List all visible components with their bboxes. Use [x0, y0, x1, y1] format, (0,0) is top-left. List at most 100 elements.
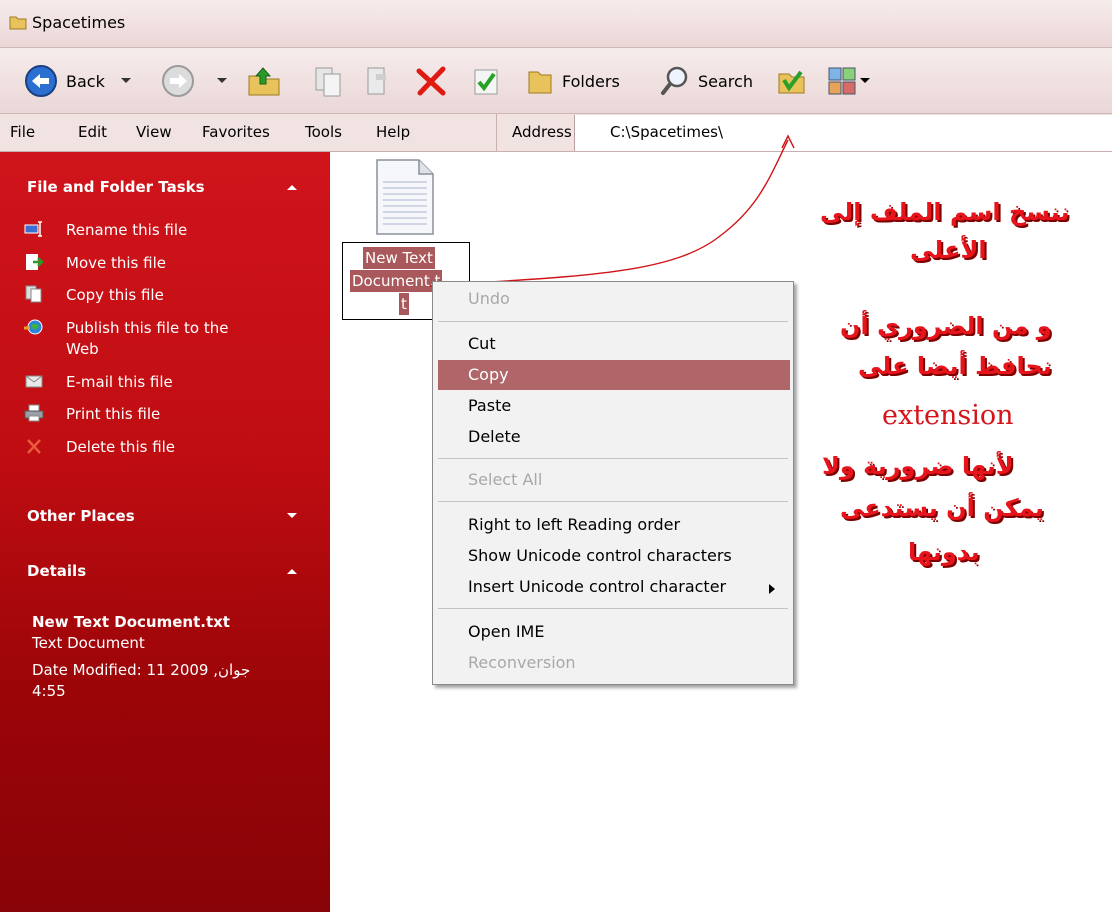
- menu-item-label: Right to left Reading order: [468, 515, 681, 534]
- move-to-button[interactable]: [362, 48, 394, 114]
- task-publish-web[interactable]: Publish this file to the Web: [24, 318, 228, 360]
- up-folder-icon: [248, 67, 280, 96]
- task-copy[interactable]: Copy this file: [24, 285, 164, 306]
- views-button[interactable]: [827, 48, 871, 114]
- delete-x-icon: [416, 66, 446, 96]
- dropdown-arrow-icon[interactable]: [119, 76, 133, 86]
- menu-item-open-ime[interactable]: Open IME: [433, 617, 793, 647]
- menu-item-label: Delete: [468, 427, 521, 446]
- menu-item-rtl-reading-order[interactable]: Right to left Reading order: [433, 510, 793, 540]
- menu-separator: [438, 458, 788, 459]
- back-arrow-icon: [25, 65, 57, 97]
- menu-item-show-unicode[interactable]: Show Unicode control characters: [433, 541, 793, 571]
- expand-chevron-icon[interactable]: [286, 512, 298, 520]
- annotation-line: يمكن أن يستدعى: [840, 494, 1044, 522]
- dropdown-arrow-icon[interactable]: [215, 76, 229, 86]
- annotation-line: ننسخ اسم الملف إلى: [820, 198, 1070, 226]
- forward-button[interactable]: [161, 48, 229, 114]
- menu-help[interactable]: Help: [376, 123, 410, 141]
- menu-item-label: Paste: [468, 396, 512, 415]
- submenu-arrow-icon: [769, 584, 775, 594]
- annotation-line: لأنها ضرورية ولا: [822, 452, 1014, 480]
- details-filetype: Text Document: [32, 634, 145, 652]
- menu-item-label: Reconversion: [468, 653, 576, 672]
- task-label: Delete this file: [66, 438, 176, 456]
- task-label: Rename this file: [66, 221, 188, 239]
- task-pane: File and Folder Tasks Rename this file M…: [0, 152, 330, 912]
- email-icon: [25, 375, 43, 388]
- copy-to-button[interactable]: [312, 48, 344, 114]
- details-time: 4:55: [32, 682, 66, 700]
- menu-separator: [438, 501, 788, 502]
- other-places-header[interactable]: Other Places: [27, 507, 135, 525]
- folders-label: Folders: [562, 71, 620, 91]
- back-button[interactable]: Back: [24, 48, 133, 114]
- sync-button[interactable]: [776, 48, 808, 114]
- menu-item-label: Undo: [468, 289, 510, 308]
- menu-item-insert-unicode[interactable]: Insert Unicode control character: [433, 572, 793, 602]
- task-delete[interactable]: Delete this file: [24, 437, 175, 458]
- folders-icon: [528, 71, 552, 94]
- dropdown-arrow-icon[interactable]: [859, 76, 871, 86]
- search-button[interactable]: Search: [660, 48, 753, 114]
- task-label: Move this file: [66, 254, 166, 272]
- folders-button[interactable]: Folders: [526, 48, 620, 114]
- window-title: Spacetimes: [32, 13, 126, 32]
- move-to-icon: [367, 67, 386, 95]
- menu-edit[interactable]: Edit: [78, 123, 107, 141]
- publish-web-icon: [24, 319, 43, 335]
- sync-folder-icon: [778, 70, 805, 94]
- search-icon: [661, 66, 688, 95]
- task-label-line2: Web: [66, 340, 99, 358]
- details-date-modified: Date Modified: 11 2009 ,جوان: [32, 661, 251, 679]
- views-grid-icon: [828, 67, 856, 95]
- details-filename: New Text Document.txt: [32, 613, 230, 631]
- collapse-chevron-icon[interactable]: [286, 183, 298, 191]
- checkmark-icon: [474, 69, 498, 95]
- collapse-chevron-icon[interactable]: [286, 567, 298, 575]
- back-label: Back: [66, 71, 105, 91]
- menu-item-copy[interactable]: Copy: [438, 360, 790, 390]
- menu-item-label: Cut: [468, 334, 496, 353]
- menu-view[interactable]: View: [136, 123, 172, 141]
- menu-item-label: Open IME: [468, 622, 545, 641]
- task-label: Copy this file: [66, 286, 164, 304]
- menu-item-delete[interactable]: Delete: [433, 422, 793, 452]
- menu-item-undo[interactable]: Undo: [433, 284, 793, 314]
- folder-icon: [9, 16, 27, 30]
- menu-separator: [438, 608, 788, 609]
- annotation-line: و من الضروري أن: [840, 312, 1052, 340]
- task-print[interactable]: Print this file: [24, 404, 160, 425]
- task-label-line1: Publish this file to the: [66, 319, 229, 337]
- properties-button[interactable]: [472, 48, 502, 114]
- annotation-arrow: [429, 134, 795, 287]
- delete-icon: [27, 439, 41, 454]
- task-email[interactable]: E-mail this file: [24, 372, 173, 393]
- menu-favorites[interactable]: Favorites: [202, 123, 270, 141]
- file-folder-tasks-header[interactable]: File and Folder Tasks: [27, 178, 205, 196]
- rename-icon: [24, 221, 42, 237]
- print-icon: [24, 404, 44, 422]
- menu-item-paste[interactable]: Paste: [433, 391, 793, 421]
- up-folder-button[interactable]: [245, 48, 283, 114]
- title-bar: Spacetimes: [0, 0, 1112, 48]
- menu-item-label: Copy: [468, 365, 509, 384]
- menu-tools[interactable]: Tools: [305, 123, 342, 141]
- annotation-line: بدونها: [908, 538, 980, 566]
- task-rename[interactable]: Rename this file: [24, 220, 187, 241]
- move-icon: [26, 254, 44, 270]
- details-header[interactable]: Details: [27, 562, 86, 580]
- delete-button[interactable]: [414, 48, 448, 114]
- menu-separator: [438, 321, 788, 322]
- annotation-line: الأعلى: [910, 236, 987, 264]
- copy-icon: [25, 285, 42, 303]
- annotation-line: نحافظ أيضا على: [858, 352, 1052, 380]
- menu-item-cut[interactable]: Cut: [433, 329, 793, 359]
- menu-item-reconversion[interactable]: Reconversion: [433, 648, 793, 678]
- task-label: E-mail this file: [66, 373, 173, 391]
- toolbar: Back Folders Search: [0, 48, 1112, 114]
- task-move[interactable]: Move this file: [24, 253, 166, 274]
- menu-file[interactable]: File: [10, 123, 35, 141]
- details-panel: New Text Document.txt Text Document Date…: [32, 612, 250, 702]
- menu-item-select-all[interactable]: Select All: [433, 465, 793, 495]
